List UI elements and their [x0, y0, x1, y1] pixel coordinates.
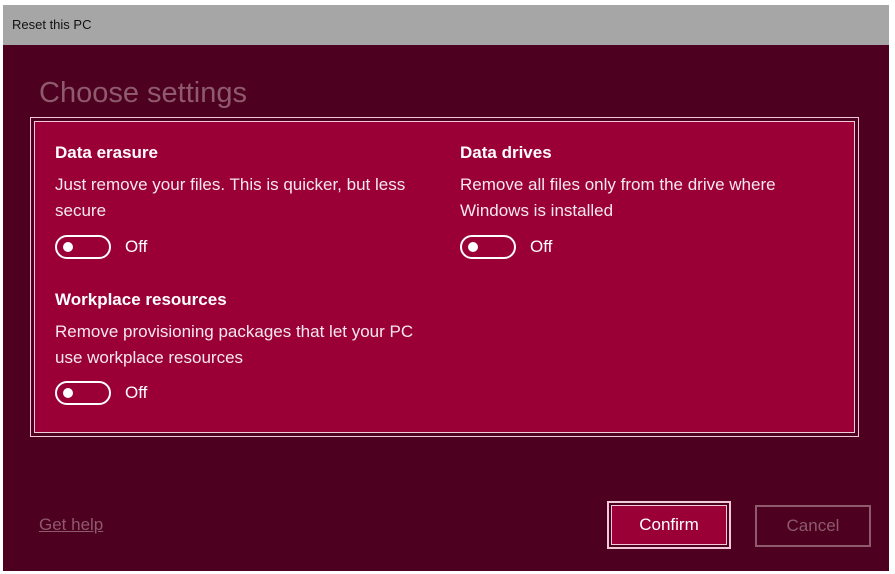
- data-drives-toggle[interactable]: Off: [460, 235, 552, 259]
- data-erasure-section: Data erasure Just remove your files. Thi…: [55, 142, 455, 224]
- data-drives-section: Data drives Remove all files only from t…: [460, 142, 840, 224]
- data-erasure-state: Off: [125, 237, 148, 256]
- confirm-button-label: Confirm: [611, 505, 727, 545]
- confirm-button[interactable]: Confirm: [607, 501, 731, 549]
- data-erasure-switch[interactable]: [55, 235, 111, 259]
- data-drives-title: Data drives: [460, 143, 552, 162]
- data-erasure-title: Data erasure: [55, 143, 159, 162]
- workplace-resources-section: Workplace resources Remove provisioning …: [55, 289, 435, 371]
- workplace-resources-description: Remove provisioning packages that let yo…: [55, 322, 414, 367]
- data-drives-switch[interactable]: [460, 235, 516, 259]
- cancel-button[interactable]: Cancel: [755, 505, 871, 547]
- window-title: Reset this PC: [3, 5, 889, 45]
- data-drives-description: Remove all files only from the drive whe…: [460, 175, 776, 220]
- data-erasure-toggle[interactable]: Off: [55, 235, 147, 259]
- settings-panel: Data erasure Just remove your files. Thi…: [34, 121, 855, 433]
- toggle-knob: [468, 242, 478, 252]
- page-title: Choose settings: [39, 77, 247, 109]
- workplace-resources-title: Workplace resources: [55, 290, 227, 309]
- workplace-resources-state: Off: [125, 383, 148, 402]
- settings-panel-focus-ring: Data erasure Just remove your files. Thi…: [30, 117, 859, 437]
- data-drives-state: Off: [530, 237, 553, 256]
- toggle-knob: [63, 242, 73, 252]
- get-help-link[interactable]: Get help: [39, 515, 103, 535]
- workplace-resources-toggle[interactable]: Off: [55, 381, 147, 405]
- reset-pc-window: Reset this PC Choose settings Data erasu…: [3, 5, 889, 571]
- data-erasure-description: Just remove your files. This is quicker,…: [55, 175, 406, 220]
- workplace-resources-switch[interactable]: [55, 381, 111, 405]
- toggle-knob: [63, 388, 73, 398]
